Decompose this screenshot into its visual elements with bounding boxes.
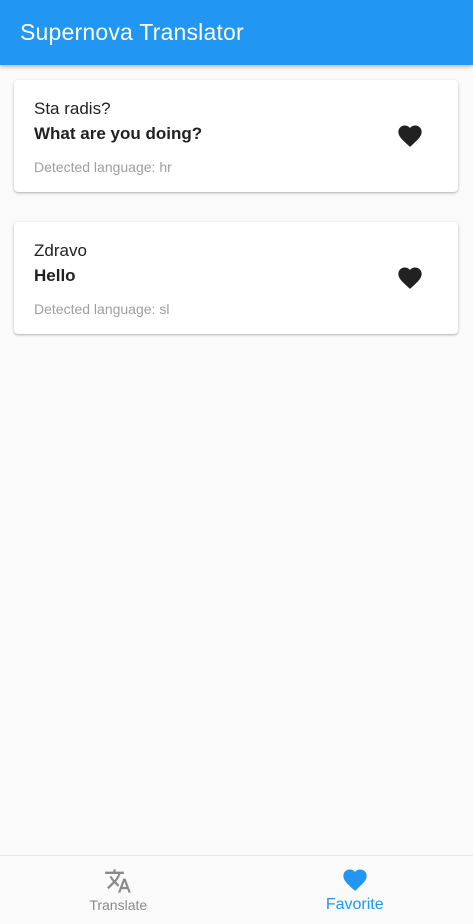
nav-label-favorite: Favorite — [325, 896, 384, 913]
bottom-navigation: Translate Favorite — [0, 855, 473, 924]
translation-text: Hello — [34, 266, 76, 285]
favorite-card[interactable]: Zdravo Hello Detected language: sl — [14, 222, 458, 334]
heart-icon — [343, 869, 367, 891]
favorites-list: Sta radis? What are you doing? Detected … — [0, 65, 473, 334]
nav-item-translate[interactable]: Translate — [0, 856, 237, 924]
translation-text: What are you doing? — [34, 124, 203, 143]
favorite-toggle-button[interactable] — [396, 122, 424, 150]
app-bar: Supernova Translator — [0, 0, 473, 65]
heart-icon — [398, 267, 422, 289]
detected-language: Detected language: hr — [34, 159, 172, 175]
heart-icon — [398, 125, 422, 147]
favorite-toggle-button[interactable] — [396, 264, 424, 292]
source-text: Zdravo — [34, 241, 87, 260]
translate-icon — [105, 869, 132, 893]
nav-item-favorite[interactable]: Favorite — [237, 856, 473, 924]
app-title: Supernova Translator — [20, 19, 244, 45]
source-text: Sta radis? — [34, 99, 111, 118]
favorite-card[interactable]: Sta radis? What are you doing? Detected … — [14, 80, 458, 192]
nav-label-translate: Translate — [89, 897, 148, 913]
detected-language: Detected language: sl — [34, 301, 170, 317]
app-screen: Supernova Translator Sta radis? What are… — [0, 0, 473, 924]
